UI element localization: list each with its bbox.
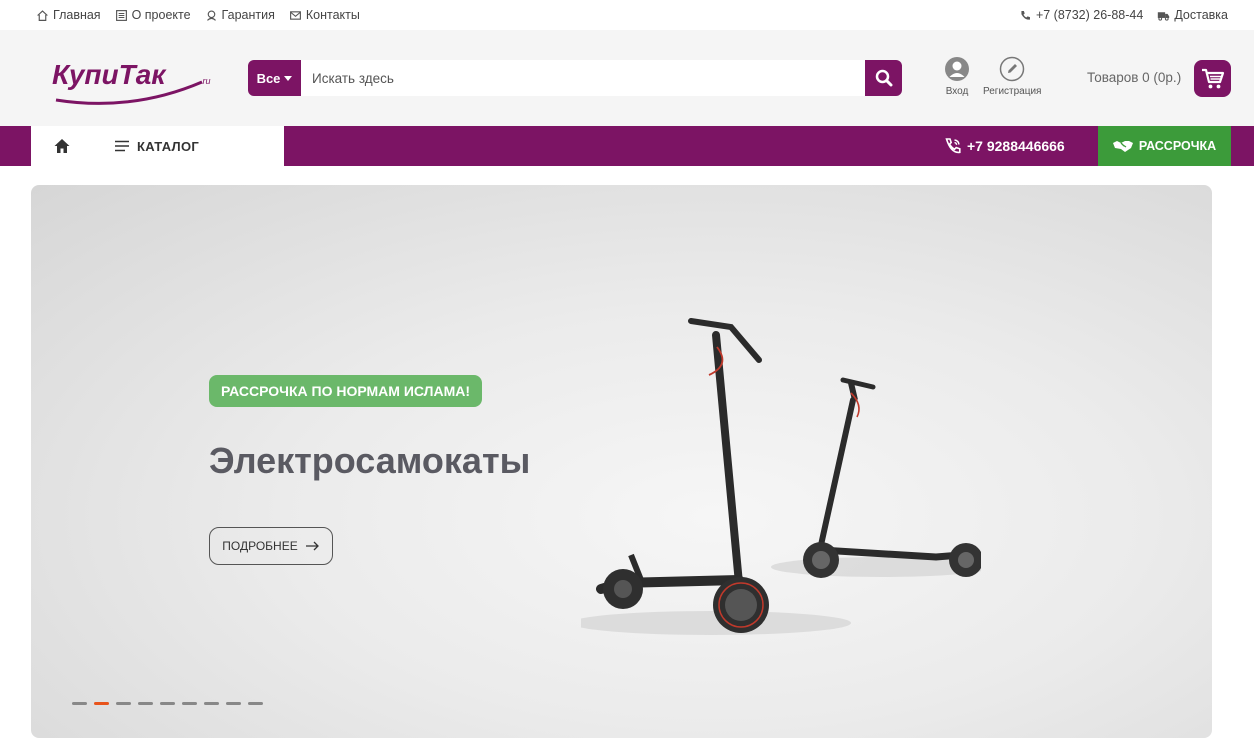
top-phone-label: +7 (8732) 26-88-44 bbox=[1035, 8, 1144, 22]
slider-dot[interactable] bbox=[204, 702, 219, 705]
site-logo[interactable]: КупиТак .ru bbox=[52, 54, 217, 106]
top-link-warranty[interactable]: Гарантия bbox=[205, 8, 275, 22]
slider-dots bbox=[72, 702, 263, 705]
slider-dot[interactable] bbox=[182, 702, 197, 705]
more-label: ПОДРОБНЕЕ bbox=[222, 539, 298, 553]
top-links: Главная О проекте Гарантия Контакты bbox=[36, 0, 360, 30]
warranty-icon bbox=[206, 9, 216, 21]
top-link-label: О проекте bbox=[131, 8, 191, 22]
hero-banner: РАССРОЧКА ПО НОРМАМ ИСЛАМА! Электросамок… bbox=[31, 185, 1212, 738]
menu-icon bbox=[115, 140, 129, 152]
chevron-down-icon bbox=[284, 75, 293, 81]
top-link-label: Гарантия bbox=[221, 8, 275, 22]
slider-dot[interactable] bbox=[116, 702, 131, 705]
top-phone[interactable]: +7 (8732) 26-88-44 bbox=[1019, 8, 1143, 22]
phone-icon bbox=[1021, 10, 1030, 20]
top-delivery-label: Доставка bbox=[1174, 8, 1228, 22]
top-link-label: Главная bbox=[53, 8, 101, 22]
scooters-image bbox=[581, 318, 981, 635]
home-icon bbox=[37, 9, 48, 21]
nav-phone-label: +7 9288446666 bbox=[967, 138, 1065, 154]
document-icon bbox=[115, 9, 127, 21]
cart-summary[interactable]: Товаров 0 (0р.) bbox=[1087, 70, 1181, 85]
user-icon bbox=[945, 57, 969, 81]
phone-ring-icon bbox=[945, 138, 961, 154]
login-label: Вход bbox=[945, 86, 969, 97]
truck-icon bbox=[1158, 11, 1170, 21]
main-nav: КАТАЛОГ +7 9288446666 РАССРОЧКА bbox=[0, 126, 1254, 166]
slider-dot[interactable] bbox=[160, 702, 175, 705]
mail-icon bbox=[289, 10, 301, 20]
slider-dot[interactable] bbox=[138, 702, 153, 705]
top-link-contacts[interactable]: Контакты bbox=[289, 8, 360, 22]
svg-text:.ru: .ru bbox=[200, 76, 211, 86]
search-category-label: Все bbox=[256, 70, 281, 86]
slider-dot[interactable] bbox=[226, 702, 241, 705]
top-contacts: +7 (8732) 26-88-44 Доставка bbox=[1019, 0, 1228, 30]
top-delivery[interactable]: Доставка bbox=[1157, 8, 1228, 22]
catalog-label: КАТАЛОГ bbox=[137, 138, 200, 154]
promo-badge: РАССРОЧКА ПО НОРМАМ ИСЛАМА! bbox=[209, 375, 483, 407]
nav-left-panel: КАТАЛОГ bbox=[31, 126, 284, 166]
banner-title: Электросамокаты bbox=[209, 440, 531, 481]
nav-phone[interactable]: +7 9288446666 bbox=[944, 126, 1065, 166]
installment-label: РАССРОЧКА bbox=[1138, 139, 1217, 153]
cart-icon bbox=[1201, 68, 1224, 88]
top-link-home[interactable]: Главная bbox=[36, 8, 101, 22]
pencil-icon bbox=[999, 56, 1025, 82]
more-button[interactable]: ПОДРОБНЕЕ bbox=[209, 527, 333, 565]
search-icon bbox=[875, 69, 892, 87]
register-label: Регистрация bbox=[983, 86, 1042, 97]
search-category-select[interactable]: Все bbox=[248, 60, 301, 96]
slider-dot[interactable] bbox=[248, 702, 263, 705]
top-link-label: Контакты bbox=[305, 8, 360, 22]
search-input[interactable] bbox=[301, 60, 865, 96]
search-bar: Все bbox=[248, 60, 902, 96]
arrow-right-icon bbox=[305, 541, 319, 551]
slider-dot[interactable] bbox=[94, 702, 109, 705]
register-link[interactable]: Регистрация bbox=[983, 56, 1041, 97]
login-link[interactable]: Вход bbox=[944, 56, 970, 97]
svg-text:КупиТак: КупиТак bbox=[52, 59, 167, 90]
handshake-icon bbox=[1112, 141, 1133, 152]
installment-button[interactable]: РАССРОЧКА bbox=[1098, 126, 1231, 166]
top-bar: Главная О проекте Гарантия Контакты +7 (… bbox=[0, 0, 1254, 30]
cart-button[interactable] bbox=[1194, 60, 1231, 97]
search-button[interactable] bbox=[865, 60, 902, 96]
catalog-button[interactable]: КАТАЛОГ bbox=[115, 126, 199, 166]
home-icon[interactable] bbox=[53, 137, 71, 155]
top-link-about[interactable]: О проекте bbox=[115, 8, 191, 22]
slider-dot[interactable] bbox=[72, 702, 87, 705]
header: КупиТак .ru Все Вход Регистрация Товаров… bbox=[0, 30, 1254, 126]
